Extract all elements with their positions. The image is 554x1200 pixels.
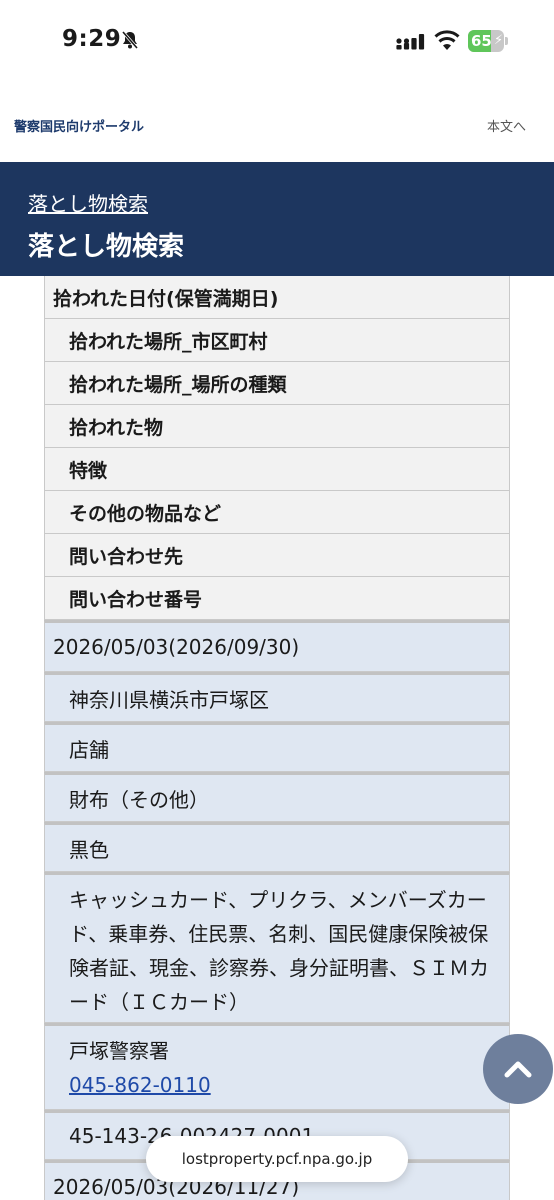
- header-inquiry-number: 問い合わせ番号: [44, 577, 510, 620]
- signal-icon: [396, 34, 425, 50]
- bell-slash-icon: [121, 31, 139, 49]
- header-place-type: 拾われた場所_場所の種類: [44, 362, 510, 405]
- cell-contact: 戸塚警察署 045-862-0110: [44, 1023, 510, 1110]
- page-title: 落とし物検索: [28, 232, 185, 262]
- header-item: 拾われた物: [44, 405, 510, 448]
- battery-icon: 65 ⚡: [468, 30, 508, 52]
- cell-place-type: 店舗: [44, 722, 510, 772]
- battery-level: 65: [471, 32, 492, 50]
- skip-to-content-link[interactable]: 本文へ: [487, 116, 526, 135]
- charging-bolt-icon: ⚡: [494, 33, 504, 48]
- portal-home-link[interactable]: 警察国民向けポータル: [14, 116, 144, 135]
- header-feature: 特徴: [44, 448, 510, 491]
- cell-feature: 黒色: [44, 822, 510, 872]
- header-date: 拾われた日付(保管満期日): [44, 276, 510, 319]
- contact-name: 戸塚警察署: [69, 1039, 169, 1063]
- results-table: 拾われた日付(保管満期日) 拾われた場所_市区町村 拾われた場所_場所の種類 拾…: [44, 276, 510, 1200]
- cell-city: 神奈川県横浜市戸塚区: [44, 672, 510, 722]
- header-contact: 問い合わせ先: [44, 534, 510, 577]
- site-header: 警察国民向けポータル 本文へ: [0, 80, 554, 162]
- page-banner: 落とし物検索 落とし物検索: [0, 162, 554, 276]
- cell-item: 財布（その他）: [44, 772, 510, 822]
- chevron-up-icon: [504, 1061, 532, 1078]
- url-domain: lostproperty.pcf.npa.go.jp: [181, 1150, 373, 1168]
- cell-date: 2026/05/03(2026/09/30): [44, 620, 510, 672]
- scroll-to-top-button[interactable]: [483, 1034, 553, 1104]
- status-bar: 9:29 65 ⚡: [0, 0, 554, 80]
- cell-other-items: キャッシュカード、プリクラ、メンバーズカード、乗車券、住民票、名刺、国民健康保険…: [44, 872, 510, 1023]
- contact-phone-link[interactable]: 045-862-0110: [69, 1068, 211, 1102]
- wifi-icon: [434, 30, 460, 50]
- header-other-items: その他の物品など: [44, 491, 510, 534]
- url-bar[interactable]: lostproperty.pcf.npa.go.jp: [146, 1136, 408, 1182]
- status-time: 9:29: [62, 26, 122, 52]
- header-city: 拾われた場所_市区町村: [44, 319, 510, 362]
- breadcrumb-link[interactable]: 落とし物検索: [28, 188, 148, 217]
